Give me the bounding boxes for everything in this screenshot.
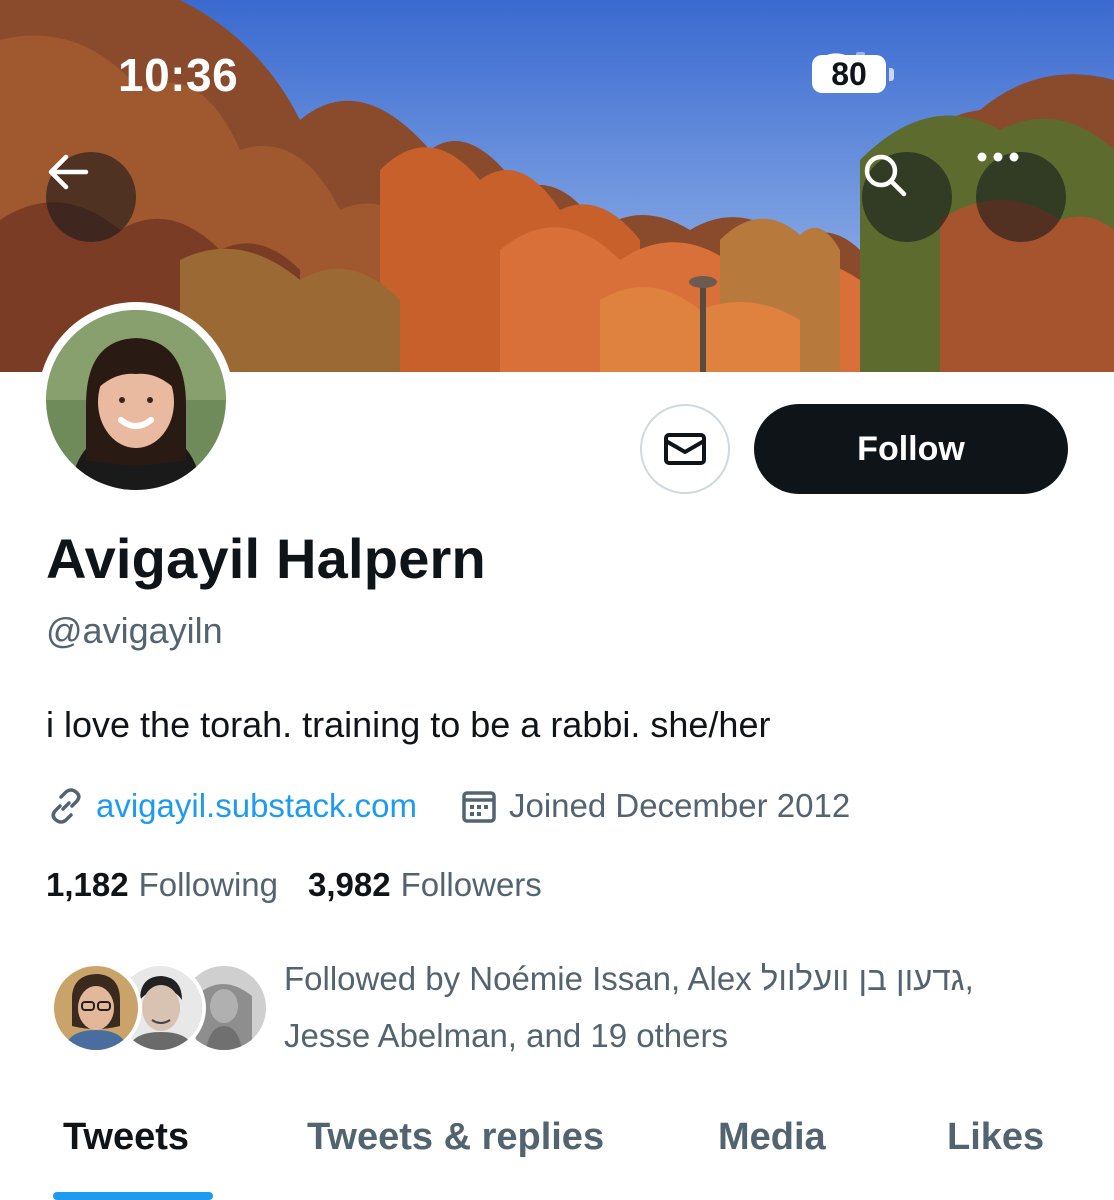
follow-button[interactable]: Follow [754,404,1068,494]
followed-by-line-1: Followed by Noémie Issan, Alex גדעון בן … [284,960,974,997]
arrow-left-icon [48,154,89,190]
display-name: Avigayil Halpern [46,527,486,590]
profile-tabs: Tweets Tweets & replies Media Likes [0,1108,1114,1200]
joined-date: Joined December 2012 [508,787,851,824]
follow-stats: 1,182 Following 3,982 Followers [46,866,542,904]
tab-tweets[interactable]: Tweets [63,1116,189,1159]
follower-avatar [50,962,142,1054]
tab-media[interactable]: Media [718,1116,826,1159]
more-horizontal-icon [977,152,1019,162]
avatar-photo [46,310,226,490]
following-label: Following [138,866,278,903]
bio: i love the torah. training to be a rabbi… [46,704,771,745]
followers-label: Followers [400,866,542,903]
status-time: 10:36 [118,49,239,101]
followed-by-avatars[interactable] [50,962,270,1054]
more-options-button[interactable] [976,152,1066,242]
message-button[interactable] [640,404,730,494]
followed-by-line-2: Jesse Abelman, and 19 others [284,1017,728,1054]
followed-by-text[interactable]: Followed by Noémie Issan, Alex גדעון בן … [284,950,1084,1064]
battery-level: 80 [831,55,867,92]
battery-indicator: 80 [812,55,894,93]
calendar-icon [462,791,496,823]
link-icon [51,788,81,824]
following-link[interactable]: 1,182 Following [46,866,278,904]
tab-likes[interactable]: Likes [947,1116,1044,1159]
status-icons: 80 [812,52,894,96]
handle: @avigayiln [46,610,223,651]
profile-avatar[interactable] [38,302,234,498]
tab-tweets-and-replies[interactable]: Tweets & replies [307,1116,604,1159]
search-icon [864,154,907,197]
envelope-icon [664,433,706,465]
active-tab-indicator [53,1192,213,1200]
following-count: 1,182 [46,866,129,903]
followers-count: 3,982 [308,866,391,903]
followers-link[interactable]: 3,982 Followers [308,866,542,904]
website-link[interactable]: avigayil.substack.com [96,787,417,825]
profile-meta: avigayil.substack.com Joined December 20… [46,784,850,828]
back-button[interactable] [46,152,136,242]
search-button[interactable] [862,152,952,242]
